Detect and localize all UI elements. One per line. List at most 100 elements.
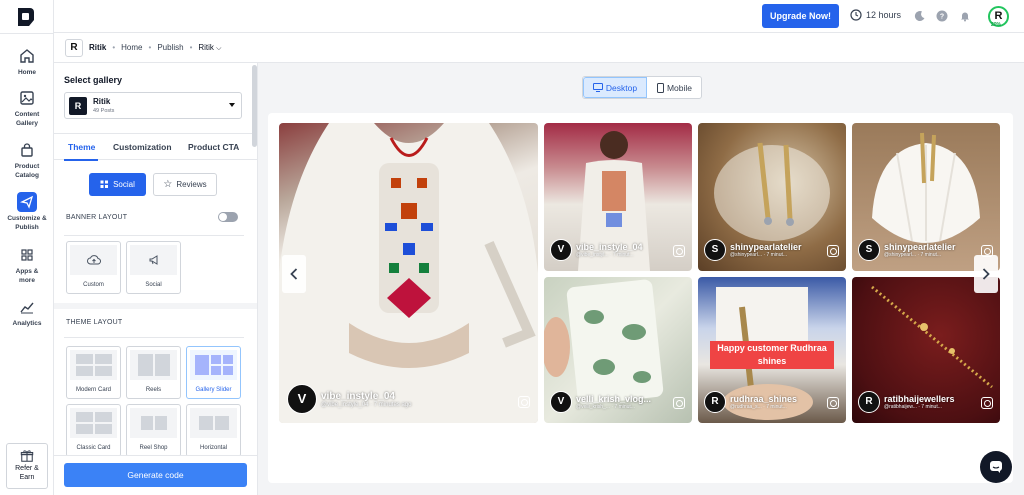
- caret-down-icon: [229, 103, 235, 107]
- tile-meta: @ratibhaijew... · 7 minut...: [884, 404, 942, 410]
- instagram-icon: [827, 245, 839, 257]
- rail-item-apps[interactable]: Apps & more: [0, 245, 54, 285]
- gallery-tile[interactable]: V velli_krish_vlog... @velli_krish_... ·…: [544, 277, 692, 423]
- desktop-label: Desktop: [605, 82, 638, 93]
- theme-option-classic-card[interactable]: Classic Card: [66, 404, 121, 457]
- theme-option-modern-card[interactable]: Modern Card: [66, 346, 121, 399]
- tile-account: S shinypearlatelier @shinypearl... · 7 m…: [704, 239, 802, 261]
- workspace-badge[interactable]: R: [65, 38, 83, 57]
- chat-icon: [990, 461, 1002, 473]
- breadcrumb: R Ritik • Home • Publish • Ritik ⌵: [54, 33, 1024, 63]
- tile-account: V vibe_instyle_04 @vibe_instyl... · 7 mi…: [550, 239, 643, 261]
- breadcrumb-gallery: Ritik: [198, 42, 214, 52]
- theme-thumb: [190, 350, 237, 380]
- mobile-view-button[interactable]: Mobile: [647, 77, 702, 98]
- rail-item-content-gallery[interactable]: Content Gallery: [0, 88, 54, 128]
- theme-option-horizontal[interactable]: Horizontal: [186, 404, 241, 457]
- theme-option-label: Modern Card: [75, 387, 111, 393]
- banner-option-custom[interactable]: Custom: [66, 241, 121, 294]
- slider-prev-button[interactable]: [282, 255, 306, 293]
- brand-logo-icon[interactable]: [14, 5, 38, 29]
- rail-item-analytics[interactable]: Analytics: [0, 297, 54, 329]
- chart-icon: [20, 302, 34, 314]
- cloud-upload-icon: [86, 255, 101, 265]
- gallery-tile[interactable]: V vibe_instyle_04 @vibe_instyle_04 · 7 m…: [279, 123, 538, 423]
- gallery-name: Ritik: [93, 97, 111, 106]
- theme-option-gallery-slider[interactable]: Gallery Slider: [186, 346, 241, 399]
- tile-avatar: R: [704, 391, 726, 413]
- tile-username: shinypearlatelier: [884, 242, 956, 252]
- generate-code-button[interactable]: Generate code: [64, 463, 247, 487]
- breadcrumb-publish[interactable]: Publish: [157, 43, 183, 52]
- slider-next-button[interactable]: [974, 255, 998, 293]
- reviews-source-button[interactable]: ☆ Reviews: [153, 173, 217, 196]
- gallery-post-count: 49 Posts: [93, 108, 115, 114]
- gallery-tile[interactable]: V vibe_instyle_04 @vibe_instyl... · 7 mi…: [544, 123, 692, 271]
- help-icon[interactable]: ?: [936, 10, 948, 22]
- hours-label: 12 hours: [866, 10, 902, 20]
- tab-theme[interactable]: Theme: [68, 142, 95, 152]
- refer-earn-button[interactable]: Refer & Earn: [6, 443, 48, 489]
- banner-thumb: [130, 245, 177, 275]
- theme-thumb: [70, 350, 117, 380]
- rail-item-label: Content Gallery: [14, 111, 40, 127]
- banner-layout-toggle[interactable]: [218, 212, 238, 222]
- gallery-tile[interactable]: S shinypearlatelier @shinypearl... · 7 m…: [698, 123, 846, 271]
- desktop-view-button[interactable]: Desktop: [583, 77, 647, 98]
- banner-option-label: Custom: [83, 282, 104, 288]
- gallery-tile[interactable]: Happy customer Rudhraa shines R rudhraa_…: [698, 277, 846, 423]
- instagram-icon: [518, 396, 530, 408]
- tile-meta: @vibe_instyl... · 7 minut...: [576, 252, 634, 258]
- breadcrumb-workspace[interactable]: Ritik: [89, 43, 106, 52]
- mobile-label: Mobile: [666, 82, 693, 93]
- support-chat-button[interactable]: [980, 451, 1012, 483]
- social-source-button[interactable]: Social: [89, 173, 146, 196]
- tile-username: vibe_instyle_04: [321, 390, 395, 402]
- kurta-photo: [279, 123, 538, 423]
- top-bar: Upgrade Now! 12 hours ? R 20%: [54, 0, 1024, 33]
- gallery-avatar: R: [69, 97, 87, 115]
- theme-option-reel-shop[interactable]: Reel Shop: [126, 404, 181, 457]
- instagram-icon: [981, 397, 993, 409]
- gallery-select[interactable]: R Ritik 49 Posts: [64, 92, 242, 119]
- rail-item-label: Customize & Publish: [7, 215, 47, 231]
- breadcrumb-separator: •: [148, 43, 152, 52]
- settings-panel: Select gallery R Ritik 49 Posts Theme Cu…: [54, 63, 258, 495]
- gallery-tile[interactable]: S shinypearlatelier @shinypearl... · 7 m…: [852, 123, 1000, 271]
- breadcrumb-gallery-dropdown[interactable]: Ritik ⌵: [198, 43, 221, 53]
- tile-meta: @vibe_instyle_04 · 7 minutes ago: [321, 401, 412, 408]
- bag-icon: [21, 143, 33, 157]
- panel-scrollbar[interactable]: [252, 65, 257, 147]
- toggle-knob: [219, 213, 227, 221]
- moon-icon[interactable]: [914, 10, 926, 22]
- tile-username: shinypearlatelier: [730, 242, 802, 252]
- grid-icon: [100, 180, 109, 188]
- tile-username: rudhraa_shines: [730, 394, 798, 404]
- instagram-icon: [673, 397, 685, 409]
- device-toggle: Desktop Mobile: [582, 76, 702, 99]
- gallery-tile[interactable]: R ratibhaijewellers @ratibhaijew... · 7 …: [852, 277, 1000, 423]
- divider: [64, 337, 244, 338]
- active-tab-indicator: [64, 159, 98, 161]
- tile-username: ratibhaijewellers: [884, 394, 955, 404]
- send-icon: [17, 192, 37, 212]
- bell-icon[interactable]: [959, 10, 971, 22]
- rail-item-label: Apps & more: [15, 268, 39, 284]
- tab-product-cta[interactable]: Product CTA: [188, 142, 239, 152]
- instagram-icon: [673, 245, 685, 257]
- rail-item-product-catalog[interactable]: Product Catalog: [0, 140, 54, 180]
- upgrade-button[interactable]: Upgrade Now!: [762, 4, 839, 28]
- home-icon: [20, 49, 34, 63]
- trial-hours[interactable]: 12 hours: [850, 9, 901, 21]
- reviews-label: Reviews: [176, 180, 207, 189]
- rail-item-home[interactable]: Home: [0, 46, 54, 78]
- theme-thumb: [70, 408, 117, 438]
- banner-option-social[interactable]: Social: [126, 241, 181, 294]
- rail-item-customize-publish[interactable]: Customize & Publish: [0, 192, 54, 232]
- monitor-icon: [592, 83, 603, 92]
- tab-customization[interactable]: Customization: [113, 142, 172, 152]
- clock-icon: [850, 9, 862, 21]
- phone-icon: [656, 82, 664, 93]
- breadcrumb-home[interactable]: Home: [121, 43, 142, 52]
- theme-option-reels[interactable]: Reels: [126, 346, 181, 399]
